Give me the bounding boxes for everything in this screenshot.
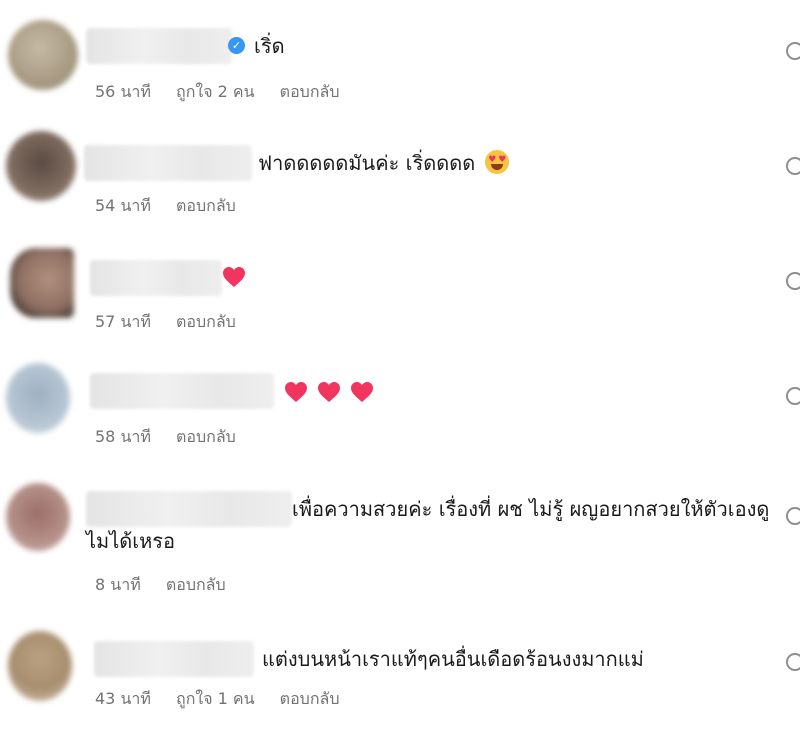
reply-button[interactable]: ตอบกลับ — [166, 575, 226, 594]
avatar[interactable] — [6, 131, 76, 201]
avatar[interactable] — [10, 248, 74, 318]
reply-button[interactable]: ตอบกลับ — [176, 312, 236, 331]
like-heart-icon[interactable] — [786, 272, 800, 290]
like-heart-icon[interactable] — [786, 387, 800, 405]
username-blurred[interactable] — [94, 641, 254, 677]
comment-text — [222, 262, 255, 294]
heart-emoji-icon — [285, 382, 307, 402]
comment-text: เริ่ด — [254, 34, 285, 58]
comment-meta: 56 นาที ถูกใจ 2 คน ตอบกลับ — [95, 80, 359, 105]
comment-item: 57 นาที ตอบกลับ — [0, 230, 800, 345]
username-blurred[interactable] — [84, 145, 252, 181]
heart-emoji-icon — [223, 267, 245, 287]
comment-meta: 58 นาที ตอบกลับ — [95, 425, 256, 450]
comment-time: 57 นาที — [95, 312, 151, 331]
comment-time: 43 นาที — [95, 689, 151, 708]
avatar[interactable] — [6, 483, 70, 551]
like-heart-icon[interactable] — [786, 42, 800, 60]
comment-meta: 57 นาที ตอบกลับ — [95, 310, 256, 335]
avatar[interactable] — [6, 363, 70, 433]
like-heart-icon[interactable] — [786, 653, 800, 671]
like-heart-icon[interactable] — [786, 157, 800, 175]
heart-emoji-icon — [318, 382, 340, 402]
reply-button[interactable]: ตอบกลับ — [280, 82, 340, 101]
comment-meta: 8 นาที ตอบกลับ — [95, 573, 246, 598]
comment-time: 8 นาที — [95, 575, 141, 594]
comment-text-content: ฟาดดดดดมันค่ะ เริ่ดดดด — [258, 151, 476, 175]
likes-count-link[interactable]: ถูกใจ 1 คน — [176, 689, 255, 708]
comment-text: แต่งบนหน้าเราแท้ๆคนอื่นเดือดร้อนงงมากแม่ — [262, 647, 644, 671]
reply-button[interactable]: ตอบกลับ — [280, 689, 340, 708]
comment-text — [284, 377, 383, 409]
comment-item: เพื่อความสวยค่ะ เรื่องที่ ผช ไม่รู้ ผญอย… — [0, 465, 800, 615]
like-heart-icon[interactable] — [786, 507, 800, 525]
comment-time: 54 นาที — [95, 196, 151, 215]
username-blurred[interactable] — [90, 260, 222, 296]
username-blurred[interactable] — [90, 373, 274, 409]
comment-time: 56 นาที — [95, 82, 151, 101]
comment-text: ฟาดดดดดมันค่ะ เริ่ดดดด ♥ ♥ — [258, 147, 510, 179]
reply-button[interactable]: ตอบกลับ — [176, 427, 236, 446]
comment-meta: 43 นาที ถูกใจ 1 คน ตอบกลับ — [95, 687, 359, 712]
comment-item: 58 นาที ตอบกลับ — [0, 345, 800, 465]
comment-text: เพื่อความสวยค่ะ เรื่องที่ ผช ไม่รู้ ผญอย… — [86, 497, 770, 553]
likes-count-link[interactable]: ถูกใจ 2 คน — [176, 82, 255, 101]
comment-item: ฟาดดดดดมันค่ะ เริ่ดดดด ♥ ♥ 54 นาที ตอบกลับ — [0, 115, 800, 230]
username-blurred[interactable] — [86, 28, 232, 64]
comment-time: 58 นาที — [95, 427, 151, 446]
reply-button[interactable]: ตอบกลับ — [176, 196, 236, 215]
verified-badge-icon: ✓ — [228, 37, 245, 54]
heart-emoji-icon — [351, 382, 373, 402]
heart-eyes-emoji-icon: ♥ ♥ — [485, 150, 510, 174]
comment-item: ✓ เริ่ด 56 นาที ถูกใจ 2 คน ตอบกลับ — [0, 0, 800, 115]
avatar[interactable] — [8, 20, 78, 90]
comment-meta: 54 นาที ตอบกลับ — [95, 194, 256, 219]
comment-item: แต่งบนหน้าเราแท้ๆคนอื่นเดือดร้อนงงมากแม่… — [0, 615, 800, 733]
avatar[interactable] — [8, 631, 72, 701]
